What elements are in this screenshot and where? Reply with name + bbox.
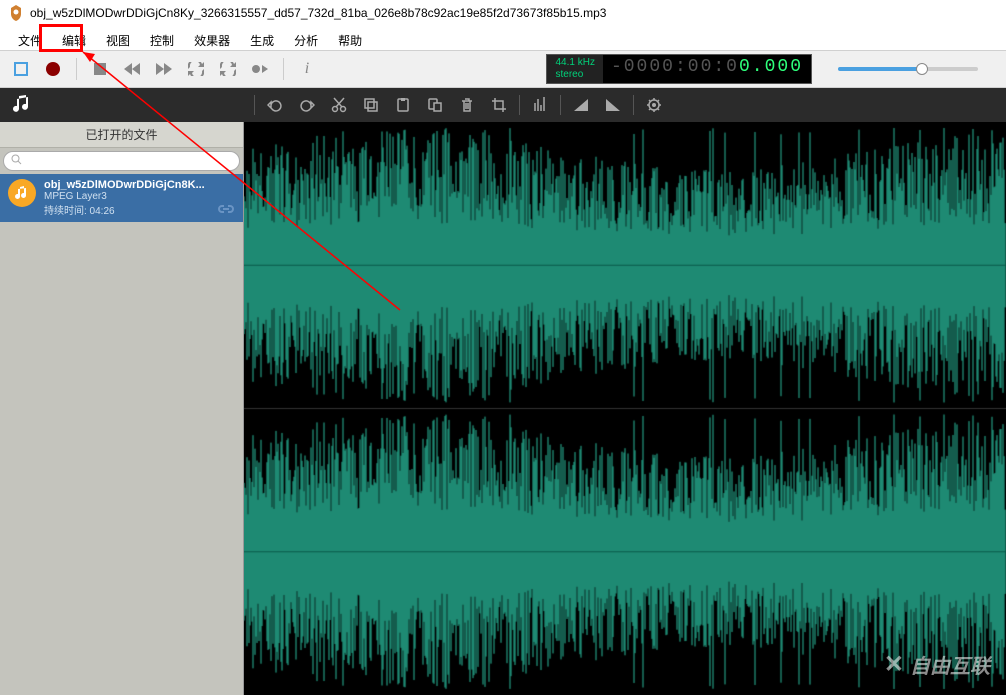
sample-rate: 44.1 kHz [555, 57, 594, 69]
toolbar-separator [560, 95, 561, 115]
time-dimmed: -0000:00:0 [611, 57, 739, 77]
edit-toolbar [0, 88, 1006, 122]
toolbar-separator [283, 58, 284, 80]
file-name: obj_w5zDlMODwrDDiGjCn8K... [44, 179, 209, 191]
slider-thumb[interactable] [916, 63, 928, 75]
rewind-button[interactable] [119, 56, 145, 82]
fade-in-button[interactable] [569, 93, 593, 117]
channel-mode: stereo [555, 69, 594, 81]
audio-info: 44.1 kHz stereo [547, 55, 602, 83]
delete-button[interactable] [455, 93, 479, 117]
levels-button[interactable] [528, 93, 552, 117]
info-button[interactable]: i [294, 56, 320, 82]
zoom-slider[interactable] [838, 67, 978, 71]
sidebar-header: 已打开的文件 [0, 122, 243, 148]
copy-button[interactable] [359, 93, 383, 117]
time-display: 44.1 kHz stereo -0000:00:00.000 [546, 54, 812, 84]
menu-analyze[interactable]: 分析 [284, 30, 328, 46]
stop-button[interactable] [87, 56, 113, 82]
sidebar-search [0, 148, 243, 174]
search-icon [11, 154, 22, 168]
transport-toolbar: i 44.1 kHz stereo -0000:00:00.000 [0, 50, 1006, 88]
menu-bar: 文件 编辑 视图 控制 效果器 生成 分析 帮助 [0, 26, 1006, 50]
redo-button[interactable] [295, 93, 319, 117]
menu-help[interactable]: 帮助 [328, 30, 372, 46]
record-mode-button[interactable] [247, 56, 273, 82]
app-icon [8, 5, 24, 21]
cut-button[interactable] [327, 93, 351, 117]
audio-file-icon [8, 179, 36, 207]
main-content: 已打开的文件 obj_w5zDlMODwrDDiGjCn8K... MPEG L… [0, 122, 1006, 695]
link-icon [217, 201, 235, 217]
waveform-area[interactable]: ✕ 自由互联 [244, 122, 1006, 695]
menu-generate[interactable]: 生成 [240, 30, 284, 46]
window-title: obj_w5zDlMODwrDDiGjCn8Ky_3266315557_dd57… [30, 6, 606, 20]
waveform-canvas[interactable] [244, 122, 1006, 695]
record-button[interactable] [40, 56, 66, 82]
toolbar-separator [254, 95, 255, 115]
toolbar-separator [633, 95, 634, 115]
file-format: MPEG Layer3 [44, 191, 209, 202]
logo-area [0, 88, 244, 122]
file-list-item[interactable]: obj_w5zDlMODwrDDiGjCn8K... MPEG Layer3 持… [0, 174, 243, 222]
settings-button[interactable] [642, 93, 666, 117]
menu-view[interactable]: 视图 [96, 30, 140, 46]
toolbar-separator [519, 95, 520, 115]
menu-control[interactable]: 控制 [140, 30, 184, 46]
file-duration: 持续时间: 04:26 [44, 202, 209, 217]
undo-button[interactable] [263, 93, 287, 117]
toolbar-separator [76, 58, 77, 80]
time-counter: -0000:00:00.000 [603, 55, 811, 83]
paste-button[interactable] [391, 93, 415, 117]
search-input[interactable] [3, 151, 240, 171]
music-note-icon [10, 93, 34, 117]
title-bar: obj_w5zDlMODwrDDiGjCn8Ky_3266315557_dd57… [0, 0, 1006, 26]
file-meta: obj_w5zDlMODwrDDiGjCn8K... MPEG Layer3 持… [44, 179, 209, 217]
loop-button[interactable] [183, 56, 209, 82]
paste-special-button[interactable] [423, 93, 447, 117]
menu-file[interactable]: 文件 [8, 30, 52, 46]
menu-edit[interactable]: 编辑 [52, 30, 96, 46]
stop-to-start-button[interactable] [8, 56, 34, 82]
fade-out-button[interactable] [601, 93, 625, 117]
forward-button[interactable] [151, 56, 177, 82]
time-active: 0.000 [739, 57, 803, 77]
crop-button[interactable] [487, 93, 511, 117]
loop-selection-button[interactable] [215, 56, 241, 82]
sidebar: 已打开的文件 obj_w5zDlMODwrDDiGjCn8K... MPEG L… [0, 122, 244, 695]
menu-effects[interactable]: 效果器 [184, 30, 240, 46]
